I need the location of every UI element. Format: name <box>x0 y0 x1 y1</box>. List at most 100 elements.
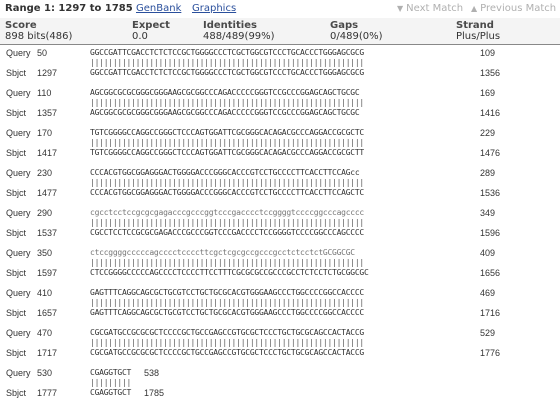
start-position: 1597 <box>37 268 58 278</box>
end-position: 1536 <box>480 188 501 198</box>
start-position: 1357 <box>37 108 58 118</box>
query-sequence: GGCCGATTCGACCTCTCTCCGCTGGGGCCCTCGCTGGCGT… <box>90 48 364 57</box>
subject-sequence: GGCCGATTCGACCTCTCTCCGCTGGGGCCCTCGCTGGCGT… <box>90 68 364 77</box>
end-position: 1416 <box>480 108 501 118</box>
query-row: Query 230 CCCACGTGGCGGAGGGACTGGGGACCCGGGCA… <box>0 168 560 178</box>
genbank-link[interactable]: GenBank <box>136 3 181 14</box>
alignment-block: Query 50 GGCCGATTCGACCTCTCTCCGCTGGGGCCCTCG… <box>0 48 560 84</box>
match-row: ||||||||||||||||||||||||||||||||||||||||… <box>0 58 560 68</box>
triangle-up-icon: ▲ <box>471 4 478 13</box>
start-position: 1417 <box>37 148 58 158</box>
stat-label: Expect <box>132 20 170 31</box>
subject-row: Sbjct 1537 CGCCTCCTCCGCGCGAGACCCGCCCGGTCCC… <box>0 228 560 238</box>
end-position: 538 <box>144 368 160 378</box>
query-row: Query 290 cgcctcctccgcgcgagacccgcccggtcccg… <box>0 208 560 218</box>
alignment-block: Query 290 cgcctcctccgcgcgagacccgcccggtcccg… <box>0 208 560 244</box>
stat-label: Strand <box>456 20 494 31</box>
subject-row: Sbjct 1477 CCCACGTGGCGGAGGGACTGGGGACCCGGGC… <box>0 188 560 198</box>
row-label: Query <box>6 128 31 138</box>
triangle-down-icon: ▼ <box>397 4 404 13</box>
alignment-stats: Score 898 bits(486) Expect 0.0 Identitie… <box>0 18 560 45</box>
subject-row: Sbjct 1777 CGAGGTGCT 1785 <box>0 388 560 398</box>
match-row: ||||||||||||||||||||||||||||||||||||||||… <box>0 218 560 228</box>
row-label: Sbjct <box>6 348 27 358</box>
subject-sequence: CGCCTCCTCCGCGCGAGACCCGCCCGGTCCCGACCCCTCC… <box>90 228 364 237</box>
expect-stat: Expect 0.0 <box>132 20 170 42</box>
query-sequence: TGTCGGGGCCAGGCCGGGCTCCCAGTGGATTCGCGGGCAC… <box>90 128 364 137</box>
end-position: 1596 <box>480 228 501 238</box>
subject-row: Sbjct 1417 TGTCGGGGCCAGGCCGGGCTCCCAGTGGATT… <box>0 148 560 158</box>
row-label: Sbjct <box>6 188 27 198</box>
next-match-link[interactable]: ▼ Next Match <box>397 3 463 14</box>
subject-sequence: CCCACGTGGCGGAGGGACTGGGGACCCGGGCACCCGTCCT… <box>90 188 364 197</box>
start-position: 350 <box>37 248 53 258</box>
stat-label: Identities <box>203 20 257 31</box>
subject-sequence: CGAGGTGCT <box>90 388 132 397</box>
stat-value: 488/489(99%) <box>203 31 275 42</box>
match-line: ||||||||||||||||||||||||||||||||||||||||… <box>90 98 364 107</box>
query-row: Query 170 TGTCGGGGCCAGGCCGGGCTCCCAGTGGATTC… <box>0 128 560 138</box>
match-line: ||||||||||||||||||||||||||||||||||||||||… <box>90 218 364 227</box>
range-title: Range 1: 1297 to 1785 <box>5 3 133 14</box>
start-position: 1717 <box>37 348 58 358</box>
alignment-block: Query 410 GAGTTTCAGGCAGCGCTGCGTCCTGCTGCGCA… <box>0 288 560 324</box>
graphics-link[interactable]: Graphics <box>192 3 236 14</box>
match-line: ||||||||||||||||||||||||||||||||||||||||… <box>90 338 364 347</box>
match-row: ||||||||||||||||||||||||||||||||||||||||… <box>0 298 560 308</box>
start-position: 1477 <box>37 188 58 198</box>
gaps-stat: Gaps 0/489(0%) <box>330 20 383 42</box>
end-position: 1716 <box>480 308 501 318</box>
subject-row: Sbjct 1657 GAGTTTCAGGCAGCGCTGCGTCCTGCTGCGC… <box>0 308 560 318</box>
start-position: 530 <box>37 368 53 378</box>
subject-sequence: GAGTTTCAGGCAGCGCTGCGTCCTGCTGCGCACGTGGGAA… <box>90 308 364 317</box>
row-label: Sbjct <box>6 68 27 78</box>
query-row: Query 470 CGCGATGCCGCGCGCTCCCCGCTGCCGAGCCG… <box>0 328 560 338</box>
range-header: Range 1: 1297 to 1785 GenBank Graphics ▼… <box>3 3 558 17</box>
start-position: 470 <box>37 328 53 338</box>
row-label: Sbjct <box>6 268 27 278</box>
stat-value: Plus/Plus <box>456 31 501 42</box>
subject-row: Sbjct 1297 GGCCGATTCGACCTCTCTCCGCTGGGGCCCT… <box>0 68 560 78</box>
row-label: Query <box>6 248 31 258</box>
query-sequence: CGCGATGCCGCGCGCTCCCCGCTGCCGAGCCGTGCGCTCC… <box>90 328 364 337</box>
query-row: Query 50 GGCCGATTCGACCTCTCTCCGCTGGGGCCCTCG… <box>0 48 560 58</box>
end-position: 469 <box>480 288 496 298</box>
match-line: ||||||||||||||||||||||||||||||||||||||||… <box>90 258 364 267</box>
subject-sequence: TGTCGGGGCCAGGCCGGGCTCCCAGTGGATTCGCGGGCAC… <box>90 148 364 157</box>
end-position: 349 <box>480 208 496 218</box>
query-sequence: AGCGGCGCGCGGGCGGGAAGCGCGGCCCAGACCCCCGGGT… <box>90 88 360 97</box>
row-label: Query <box>6 208 31 218</box>
query-sequence: ctccggggcccccagcccctccccttcgctcgcgccgccc… <box>90 248 355 257</box>
alignment-block: Query 110 AGCGGCGCGCGGGCGGGAAGCGCGGCCCAGAC… <box>0 88 560 124</box>
query-row: Query 110 AGCGGCGCGCGGGCGGGAAGCGCGGCCCAGAC… <box>0 88 560 98</box>
alignment-block: Query 350 ctccggggcccccagcccctccccttcgctcg… <box>0 248 560 284</box>
match-line: ||||||||||||||||||||||||||||||||||||||||… <box>90 138 364 147</box>
alignment-block: Query 470 CGCGATGCCGCGCGCTCCCCGCTGCCGAGCCG… <box>0 328 560 364</box>
stat-value: 0/489(0%) <box>330 31 383 42</box>
end-position: 229 <box>480 128 496 138</box>
stat-value: 0.0 <box>132 31 148 42</box>
subject-row: Sbjct 1717 CGCGATGCCGCGCGCTCCCCGCTGCCGAGCC… <box>0 348 560 358</box>
end-position: 1356 <box>480 68 501 78</box>
strand-stat: Strand Plus/Plus <box>456 20 500 42</box>
identities-stat: Identities 488/489(99%) <box>203 20 275 42</box>
end-position: 109 <box>480 48 496 58</box>
alignment-block: Query 230 CCCACGTGGCGGAGGGACTGGGGACCCGGGCA… <box>0 168 560 204</box>
row-label: Sbjct <box>6 148 27 158</box>
match-line: ||||||||||||||||||||||||||||||||||||||||… <box>90 298 364 307</box>
nav-link-label: Next Match <box>406 3 464 14</box>
start-position: 170 <box>37 128 53 138</box>
match-row: ||||||||| <box>0 378 560 388</box>
row-label: Query <box>6 288 31 298</box>
previous-match-link[interactable]: ▲ Previous Match <box>471 3 556 14</box>
row-label: Query <box>6 88 31 98</box>
score-stat: Score 898 bits(486) <box>5 20 72 42</box>
match-line: ||||||||| <box>90 378 132 387</box>
query-sequence: CGAGGTGCT <box>90 368 132 377</box>
end-position: 1776 <box>480 348 501 358</box>
match-line: ||||||||||||||||||||||||||||||||||||||||… <box>90 178 364 187</box>
alignment-block: Query 530 CGAGGTGCT 538 ||||||||| Sbjct 1777… <box>0 368 560 404</box>
match-line: ||||||||||||||||||||||||||||||||||||||||… <box>90 58 364 67</box>
stat-value: 898 bits(486) <box>5 31 73 42</box>
stat-label: Score <box>5 20 37 31</box>
